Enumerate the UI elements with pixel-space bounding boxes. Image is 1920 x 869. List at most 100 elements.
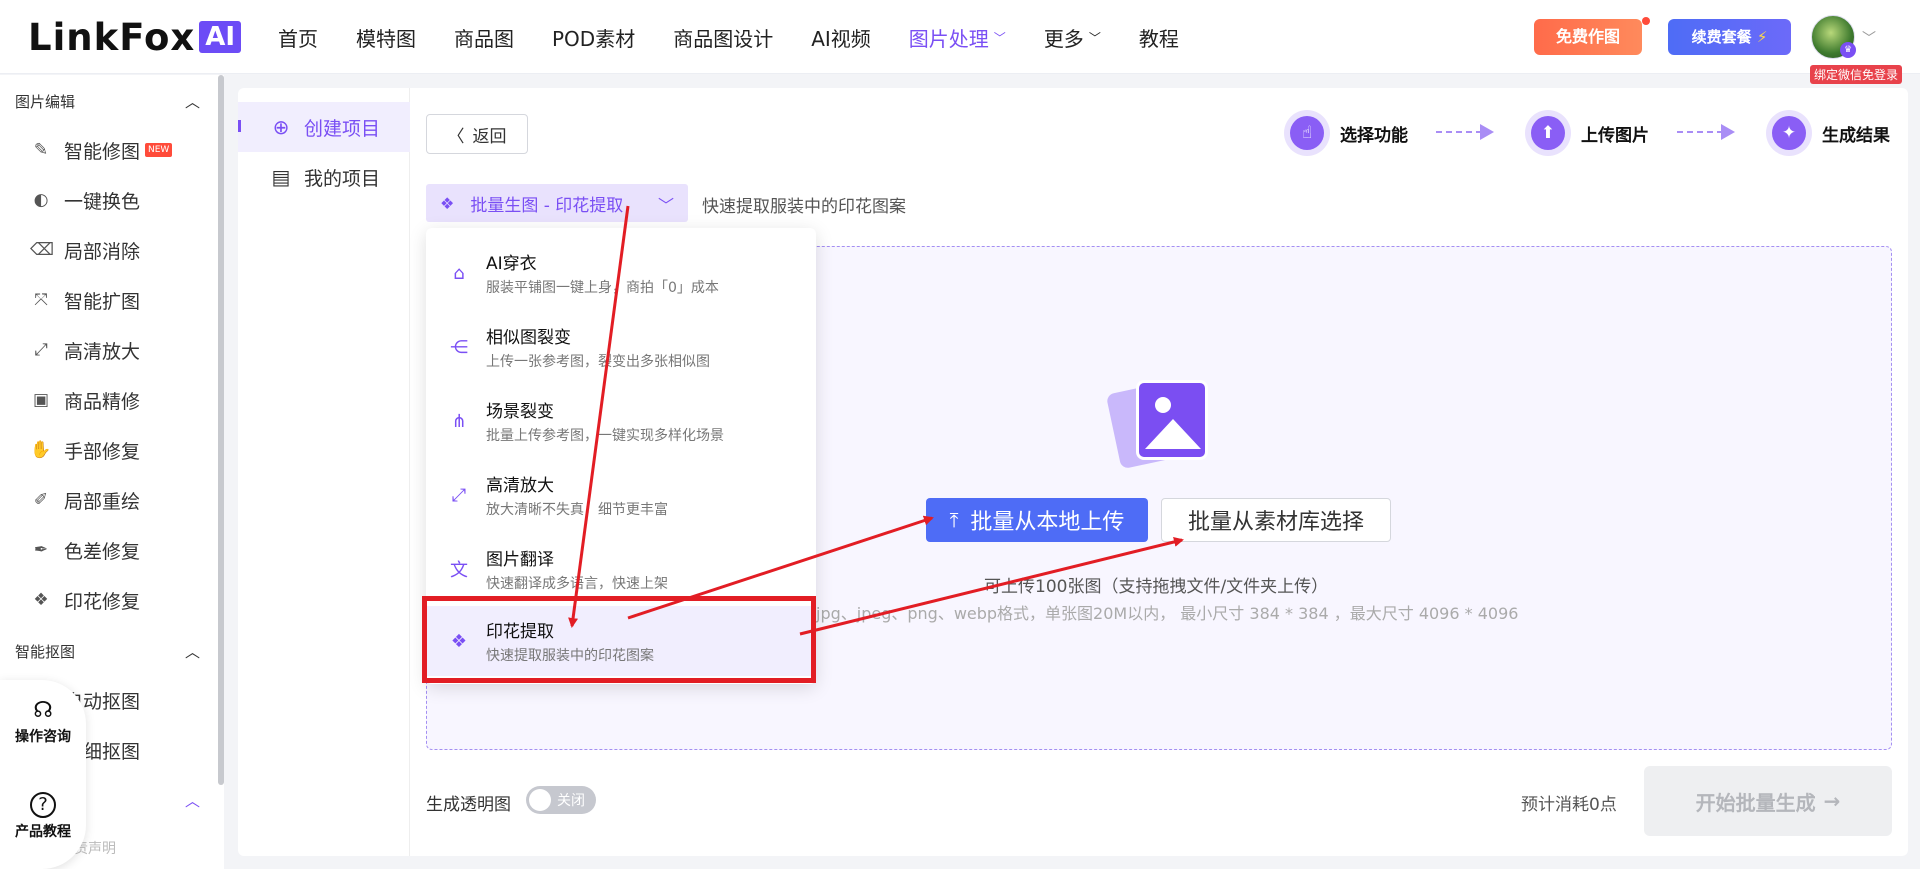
- menu-item-scene-fission[interactable]: ⋔ 场景裂变 批量上传参考图，一键实现多样化场景: [426, 386, 816, 456]
- menu-item-title: 高清放大: [486, 476, 554, 496]
- chevron-down-icon[interactable]: ﹀: [1862, 28, 1876, 48]
- subnav-label: 创建项目: [304, 117, 381, 140]
- menu-item-title: 图片翻译: [486, 550, 554, 570]
- sidebar-item-repaint[interactable]: ✐ 局部重绘: [30, 485, 140, 515]
- magic-icon: ✎: [33, 140, 49, 160]
- project-subnav: ⊕ 创建项目 ▤ 我的项目: [238, 88, 410, 856]
- nav-model[interactable]: 模特图: [356, 23, 416, 52]
- sidebar-item-expand[interactable]: ⤧ 智能扩图: [30, 285, 140, 315]
- image-placeholder-icon: [1136, 380, 1208, 460]
- step-generate-result: ✦ 生成结果: [1766, 110, 1890, 156]
- plus-circle-icon: ⊕: [272, 115, 290, 139]
- menu-item-subtitle: 服装平铺图一键上身，商拍「0」成本: [486, 280, 719, 296]
- upload-icon: ⤒: [949, 508, 959, 532]
- active-indicator: [238, 120, 241, 132]
- translate-icon: 文: [450, 560, 468, 581]
- step-label: 生成结果: [1822, 125, 1890, 146]
- free-create-button[interactable]: 免费作图: [1534, 19, 1642, 55]
- step-select-function: ☝ 选择功能: [1284, 110, 1408, 156]
- nav-ai-video[interactable]: AI视频: [811, 23, 871, 52]
- retouch-icon: ▣: [32, 390, 50, 410]
- chevron-down-icon: ﹀: [993, 30, 1006, 45]
- help-label: 产品教程: [15, 824, 71, 840]
- menu-item-subtitle: 上传一张参考图，裂变出多张相似图: [486, 354, 710, 370]
- print-fix-icon: ❖: [33, 590, 49, 610]
- nav-label: 商品图设计: [673, 26, 774, 51]
- headset-icon: ☊: [33, 698, 53, 723]
- menu-item-upscale[interactable]: ⤢ 高清放大 放大清晰不失真，细节更丰富: [426, 460, 816, 530]
- sidebar-scrollbar[interactable]: [218, 75, 224, 785]
- nav-tutorial[interactable]: 教程: [1139, 23, 1179, 52]
- sidebar-item-hand-fix[interactable]: ✋ 手部修复: [30, 435, 140, 465]
- nav-home[interactable]: 首页: [278, 23, 318, 52]
- subnav-create-project[interactable]: ⊕ 创建项目: [238, 102, 410, 152]
- mode-select-dropdown[interactable]: ❖ 批量生图 - 印花提取 ﹀: [426, 184, 688, 222]
- upload-local-button[interactable]: ⤒ 批量从本地上传: [926, 498, 1148, 542]
- sidebar-item-erase[interactable]: ⌫ 局部消除: [30, 235, 140, 265]
- nav-label: POD素材: [552, 26, 636, 51]
- estimated-cost: 预计消耗0点: [1521, 795, 1617, 815]
- sidebar-item-smart-retouch[interactable]: ✎ 智能修图 NEW: [30, 135, 173, 165]
- sun-shape: [1155, 397, 1171, 413]
- hand-icon: ✋: [30, 440, 52, 460]
- nav-product[interactable]: 商品图: [454, 23, 514, 52]
- nav-label: 图片处理: [908, 26, 989, 51]
- step-icon-wrap: ☝: [1284, 110, 1330, 156]
- logo-badge: AI: [199, 21, 242, 53]
- back-button[interactable]: 〈返回: [426, 114, 528, 154]
- menu-item-subtitle: 快速翻译成多语言，快速上架: [486, 576, 668, 592]
- renew-label: 续费套餐: [1691, 28, 1752, 46]
- mountain-shape: [1145, 419, 1201, 449]
- bind-wechat-tag[interactable]: 绑定微信免登录: [1810, 65, 1903, 84]
- sidebar-item-label: 一键换色: [64, 190, 141, 213]
- zoom-icon: ⤢: [451, 484, 467, 506]
- menu-item-subtitle: 批量上传参考图，一键实现多样化场景: [486, 428, 724, 444]
- sidebar-item-color-swap[interactable]: ◐ 一键换色: [30, 185, 140, 215]
- menu-item-similar-fission[interactable]: ⋲ 相似图裂变 上传一张参考图，裂变出多张相似图: [426, 312, 816, 382]
- menu-item-translate[interactable]: 文图片翻译快速翻译成多语言，快速上架: [426, 534, 816, 604]
- logo-text: LinkFox: [28, 15, 196, 59]
- sidebar-item-product-retouch[interactable]: ▣ 商品精修: [30, 385, 140, 415]
- consult-button[interactable]: ☊ 操作咨询: [0, 698, 86, 746]
- zoom-icon: ⤢: [34, 340, 48, 360]
- print-extract-icon: ❖: [440, 193, 455, 213]
- tutorial-button[interactable]: ? 产品教程: [0, 792, 86, 841]
- transparent-bg-toggle[interactable]: 关闭: [526, 786, 596, 814]
- nav-label: 教程: [1138, 26, 1179, 51]
- sidebar-item-label: 色差修复: [64, 540, 141, 563]
- sidebar-item-label: 商品精修: [64, 390, 141, 413]
- color-swap-icon: ◐: [33, 190, 49, 210]
- chevron-up-icon: ︿: [184, 643, 200, 661]
- nav-label: AI视频: [811, 26, 871, 51]
- nav-product-design[interactable]: 商品图设计: [673, 23, 773, 52]
- menu-item-ai-dress[interactable]: ⌂ AI穿衣 服装平铺图一键上身，商拍「0」成本: [426, 238, 816, 308]
- transparent-bg-label: 生成透明图: [426, 795, 511, 815]
- subnav-my-projects[interactable]: ▤ 我的项目: [238, 152, 410, 202]
- eraser-icon: ⌫: [30, 240, 55, 260]
- logo[interactable]: LinkFox AI: [28, 15, 242, 59]
- subnav-label: 我的项目: [304, 167, 381, 190]
- start-batch-button[interactable]: 开始批量生成 →: [1644, 766, 1892, 836]
- start-label: 开始批量生成: [1695, 790, 1816, 815]
- back-label: 返回: [472, 126, 507, 147]
- sidebar-item-color-fix[interactable]: ✒ 色差修复: [30, 535, 140, 565]
- sidebar-item-label: 印花修复: [64, 590, 141, 613]
- main-nav: 首页 模特图 商品图 POD素材 商品图设计 AI视频 图片处理 ﹀ 更多 ﹀ 教程: [278, 0, 1217, 74]
- nav-more[interactable]: 更多 ﹀: [1044, 23, 1101, 52]
- menu-item-title: AI穿衣: [486, 254, 537, 274]
- step-label: 选择功能: [1340, 125, 1408, 146]
- sidebar-group-image-edit[interactable]: 图片编辑 ︿: [15, 91, 200, 112]
- renew-plan-button[interactable]: 续费套餐 ⚡: [1668, 19, 1791, 55]
- step-upload-image: ⬆ 上传图片: [1525, 110, 1649, 156]
- nav-image-processing[interactable]: 图片处理 ﹀: [909, 23, 1006, 52]
- sidebar-item-print-fix[interactable]: ❖ 印花修复: [30, 585, 140, 615]
- nav-pod[interactable]: POD素材: [552, 23, 635, 52]
- sidebar-item-upscale[interactable]: ⤢ 高清放大: [30, 335, 140, 365]
- arrow-right-icon: [1721, 124, 1735, 140]
- nav-label: 商品图: [454, 26, 514, 51]
- step-icon-wrap: ✦: [1766, 110, 1812, 156]
- select-from-library-button[interactable]: 批量从素材库选择: [1161, 498, 1391, 542]
- arrow-right-icon: [1480, 124, 1494, 140]
- sidebar-group-smart-cutout[interactable]: 智能抠图 ︿: [15, 641, 200, 662]
- chevron-down-icon: ﹀: [1088, 30, 1101, 45]
